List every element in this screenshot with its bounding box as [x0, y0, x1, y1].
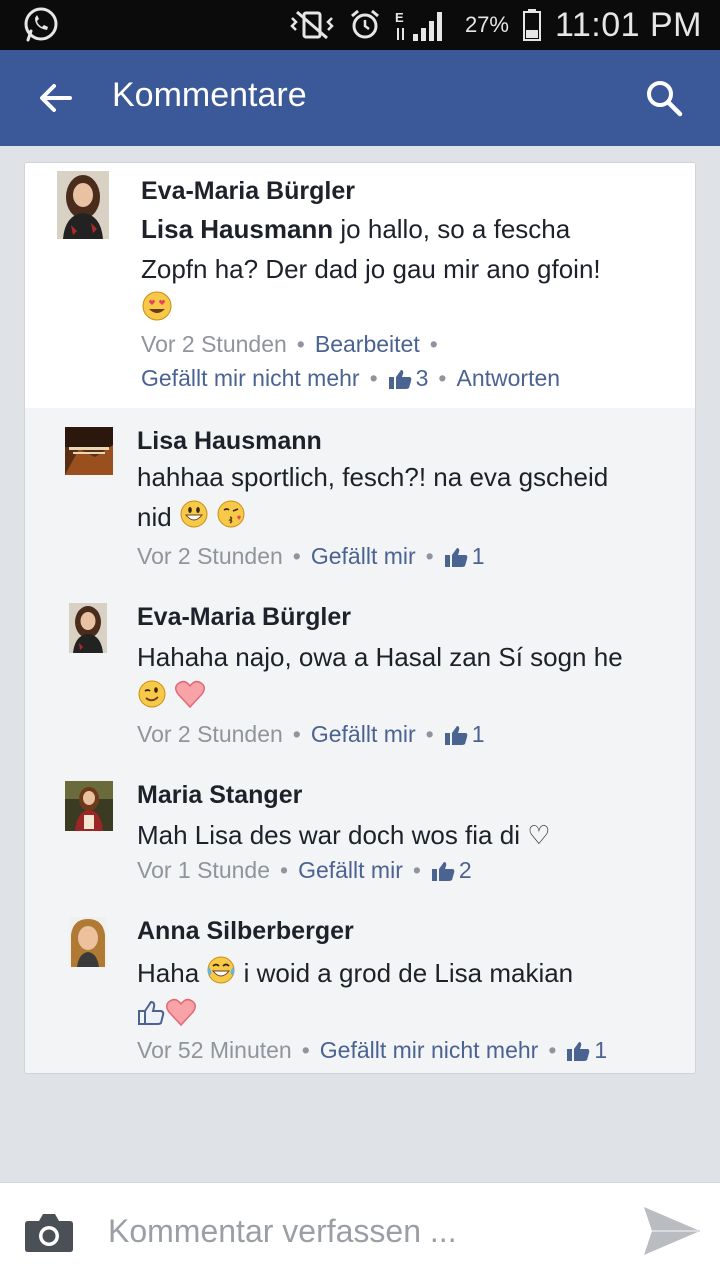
avatar[interactable]: [65, 427, 113, 475]
battery-icon: [522, 7, 541, 43]
comment-meta-row: Vor 1 Stunde • Gefällt mir • 2: [137, 857, 472, 884]
thumbs-up-icon: [444, 725, 468, 745]
clock: 11:01 PM: [554, 5, 702, 44]
comment-meta-row-2: Gefällt mir nicht mehr • 3 • Antworten: [141, 365, 561, 392]
comment-text: Lisa Hausmann jo hallo, so a fescha Zopf…: [141, 209, 681, 333]
unlike-button[interactable]: Gefällt mir nicht mehr: [320, 1037, 539, 1064]
grinning-emoji-icon: [179, 499, 209, 540]
like-button[interactable]: Gefällt mir: [298, 857, 403, 884]
search-icon[interactable]: [644, 78, 684, 118]
thumbs-up-icon: [444, 547, 468, 567]
alarm-icon: [349, 7, 381, 43]
avatar[interactable]: [69, 917, 107, 967]
camera-icon[interactable]: [24, 1211, 74, 1253]
like-button[interactable]: Gefällt mir: [311, 721, 416, 748]
comment-text: hahhaa sportlich, fesch?! na eva gscheid…: [137, 457, 685, 540]
comment-time: Vor 52 Minuten: [137, 1037, 292, 1063]
page-title: Kommentare: [112, 76, 307, 114]
heart-eyes-emoji-icon: [141, 290, 173, 333]
app-bar: Kommentare: [0, 50, 720, 146]
unlike-button[interactable]: Gefällt mir nicht mehr: [141, 365, 360, 392]
signal-icon: E: [395, 7, 451, 43]
comment-meta-row-1: Vor 2 Stunden • Bearbeitet •: [141, 331, 438, 358]
like-button[interactable]: Gefällt mir: [311, 543, 416, 570]
like-count[interactable]: 2: [431, 857, 472, 884]
like-count[interactable]: 1: [566, 1037, 607, 1064]
comment-thread: Eva-Maria Bürgler Lisa Hausmann jo hallo…: [24, 162, 696, 1074]
comment-meta-row: Vor 52 Minuten • Gefällt mir nicht mehr …: [137, 1037, 608, 1064]
edited-link[interactable]: Bearbeitet: [315, 331, 420, 358]
comment-meta-row: Vor 2 Stunden • Gefällt mir • 1: [137, 721, 485, 748]
svg-text:E: E: [395, 10, 404, 25]
comment-time: Vor 2 Stunden: [137, 543, 283, 569]
like-count[interactable]: 1: [444, 721, 485, 748]
comment-author[interactable]: Maria Stanger: [137, 781, 302, 810]
comment-author[interactable]: Eva-Maria Bürgler: [137, 603, 351, 632]
avatar[interactable]: [57, 171, 109, 239]
comment-input[interactable]: Kommentar verfassen ...: [108, 1213, 457, 1250]
comment-time: Vor 2 Stunden: [141, 331, 287, 357]
whatsapp-icon: [22, 6, 60, 44]
heart-icon: [174, 679, 206, 720]
comment-text: Mah Lisa des war doch wos fia di ♡: [137, 820, 551, 850]
thumbs-up-outline-icon: [137, 998, 165, 1038]
comment-author[interactable]: Lisa Hausmann: [137, 427, 322, 456]
comment-composer: Kommentar verfassen ...: [0, 1182, 720, 1280]
comment-text: Hahaha najo, owa a Hasal zan Sí sogn he: [137, 637, 685, 720]
comment-text: Haha i woid a grod de Lisa makian: [137, 953, 685, 1038]
send-icon[interactable]: [642, 1203, 702, 1259]
avatar[interactable]: [69, 603, 107, 653]
battery-percent: 27%: [464, 12, 509, 37]
wink-emoji-icon: [137, 679, 167, 720]
vibrate-mute-icon: [289, 7, 335, 43]
like-count[interactable]: 3: [388, 365, 428, 392]
comment-meta-row: Vor 2 Stunden • Gefällt mir • 1: [137, 543, 485, 570]
comment-author[interactable]: Eva-Maria Bürgler: [141, 177, 355, 206]
comment-author[interactable]: Anna Silberberger: [137, 917, 354, 946]
status-bar: E 27% 11:01 PM: [0, 0, 720, 50]
back-arrow-icon[interactable]: [36, 78, 76, 118]
comment-time: Vor 1 Stunde: [137, 857, 270, 883]
thumbs-up-icon: [431, 861, 455, 881]
tears-of-joy-emoji-icon: [206, 955, 236, 996]
heart-icon: [165, 997, 197, 1038]
thumbs-up-icon: [567, 1041, 590, 1061]
thumbs-up-icon: [388, 369, 411, 389]
reply-button[interactable]: Antworten: [456, 365, 560, 392]
mention-link[interactable]: Lisa Hausmann: [141, 214, 333, 244]
avatar[interactable]: [65, 781, 113, 831]
like-count[interactable]: 1: [444, 543, 485, 570]
kiss-emoji-icon: [216, 499, 246, 540]
main-comment: Eva-Maria Bürgler Lisa Hausmann jo hallo…: [25, 163, 695, 408]
comment-time: Vor 2 Stunden: [137, 721, 283, 747]
